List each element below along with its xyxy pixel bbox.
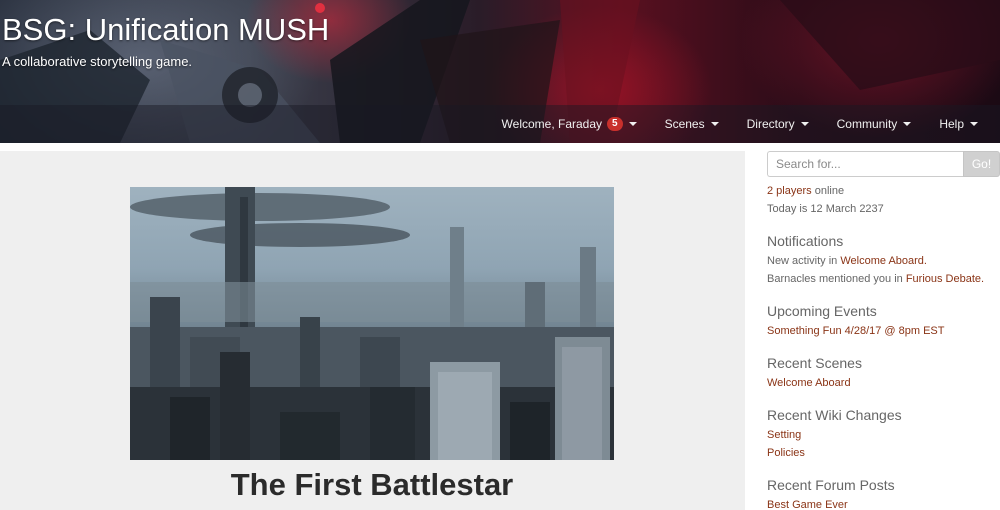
notifications-heading: Notifications — [767, 233, 844, 249]
main-content-panel: The First Battlestar — [0, 151, 745, 510]
notification-text: New activity in — [767, 255, 838, 267]
caret-down-icon — [710, 122, 719, 126]
hero-cityscape-artwork — [130, 187, 614, 460]
event-link[interactable]: Something Fun 4/28/17 @ 8pm EST — [767, 325, 944, 337]
upcoming-events-heading: Upcoming Events — [767, 303, 877, 319]
recent-wiki-heading: Recent Wiki Changes — [767, 407, 902, 423]
nav-scenes-label: Scenes — [664, 117, 705, 131]
nav-help-label: Help — [939, 117, 964, 131]
wiki-link[interactable]: Setting — [767, 429, 801, 441]
hero-image — [130, 187, 614, 460]
search-go-button[interactable]: Go! — [963, 151, 1000, 177]
recent-forum-heading: Recent Forum Posts — [767, 477, 895, 493]
current-date: Today is 12 March 2237 — [767, 203, 884, 215]
site-tagline: A collaborative storytelling game. — [2, 54, 193, 69]
notification-text: Barnacles mentioned you in — [767, 273, 903, 285]
hero-title: The First Battlestar — [230, 467, 514, 502]
nav-help-dropdown[interactable]: Help — [925, 105, 992, 143]
nav-community-label: Community — [836, 117, 898, 131]
main-navbar: Welcome, Faraday 5 Scenes Directory Comm… — [0, 105, 1000, 143]
notification-item: New activity in Welcome Aboard. — [767, 252, 1000, 270]
players-online-link[interactable]: 2 players — [767, 185, 812, 197]
nav-welcome-dropdown[interactable]: Welcome, Faraday 5 — [488, 105, 651, 143]
notification-link[interactable]: Furious Debate. — [906, 273, 984, 285]
scene-link[interactable]: Welcome Aboard — [767, 377, 851, 389]
nav-scenes-dropdown[interactable]: Scenes — [651, 105, 733, 143]
site-title[interactable]: BSG: Unification MUSH — [2, 12, 329, 48]
nav-welcome-label: Welcome, Faraday — [501, 117, 603, 131]
nav-directory-dropdown[interactable]: Directory — [733, 105, 823, 143]
notification-item: Barnacles mentioned you in Furious Debat… — [767, 270, 1000, 288]
players-online-suffix: online — [814, 185, 845, 197]
sidebar: Go! 2 players online Today is 12 March 2… — [767, 151, 1000, 510]
forum-post-link[interactable]: Best Game Ever — [767, 499, 848, 510]
notification-link[interactable]: Welcome Aboard. — [840, 255, 927, 267]
nav-directory-label: Directory — [746, 117, 795, 131]
players-online-line: 2 players online — [767, 182, 1000, 200]
caret-down-icon — [628, 122, 637, 126]
caret-down-icon — [970, 122, 978, 126]
caret-down-icon — [800, 122, 809, 126]
recent-scenes-heading: Recent Scenes — [767, 355, 862, 371]
notification-count-badge: 5 — [607, 117, 623, 131]
wiki-link[interactable]: Policies — [767, 447, 805, 459]
search-form: Go! — [767, 151, 1000, 177]
caret-down-icon — [903, 122, 912, 126]
nav-community-dropdown[interactable]: Community — [823, 105, 926, 143]
header-banner: BSG: Unification MUSH A collaborative st… — [0, 0, 1000, 143]
search-input[interactable] — [767, 151, 963, 177]
